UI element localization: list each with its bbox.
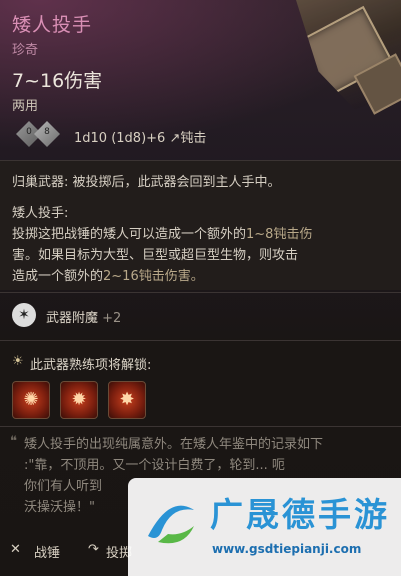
- damage-formula: 1d10 (1d8)+6 ↗钝击: [74, 131, 207, 146]
- throw-icon: ↷: [88, 542, 99, 557]
- enchant-icon: ✶: [12, 303, 36, 327]
- returning-property: 归巢武器: 被投掷后，此武器会回到主人手中。: [12, 175, 281, 190]
- item-tooltip: 矮人投手 珍奇 7~16伤害 两用 0 8 1d10 (1d8)+6 ↗钝击 归…: [0, 0, 401, 576]
- damage-dice-row: 0 8 1d10 (1d8)+6 ↗钝击: [12, 121, 312, 151]
- watermark-overlay: 广晟德手游 www.gsdtiepianji.com: [128, 478, 401, 576]
- quote-icon: ❝: [10, 434, 17, 449]
- lightbulb-icon: ☀: [12, 354, 24, 369]
- divider: [0, 160, 401, 161]
- item-name: 矮人投手: [12, 14, 93, 36]
- proficiency-label: 此武器熟练项将解锁:: [30, 358, 152, 373]
- weapon-type-label: 战锤: [34, 546, 61, 561]
- item-rarity: 珍奇: [12, 43, 39, 58]
- warhammer-type-icon: ✕: [10, 542, 21, 557]
- dice-icon: 8: [34, 121, 60, 147]
- ability-title: 矮人投手:: [12, 206, 69, 221]
- proficiency-skill-icon[interactable]: ✸: [108, 381, 146, 419]
- bludgeon-icon: ↗: [169, 131, 181, 146]
- proficiency-unlock-row: ☀ 此武器熟练项将解锁:: [12, 353, 392, 373]
- ability-description: 投掷这把战锤的矮人可以造成一个额外的1~8钝击伤 害。如果目标为大型、巨型或超巨…: [12, 227, 313, 284]
- enchantment-label: 武器附魔 +2: [46, 311, 122, 326]
- item-damage: 7~16伤害: [12, 70, 103, 92]
- proficiency-skill-icon[interactable]: ✹: [60, 381, 98, 419]
- divider: [0, 340, 401, 341]
- proficiency-skill-icon[interactable]: ✺: [12, 381, 50, 419]
- watermark-url: www.gsdtiepianji.com: [212, 542, 362, 556]
- item-handedness: 两用: [12, 99, 39, 114]
- divider: [0, 292, 401, 293]
- watermark-logo-icon: [148, 505, 194, 544]
- watermark-title: 广晟德手游: [210, 495, 390, 534]
- divider: [0, 426, 401, 427]
- enchantment-row: ✶ 武器附魔 +2: [12, 303, 392, 329]
